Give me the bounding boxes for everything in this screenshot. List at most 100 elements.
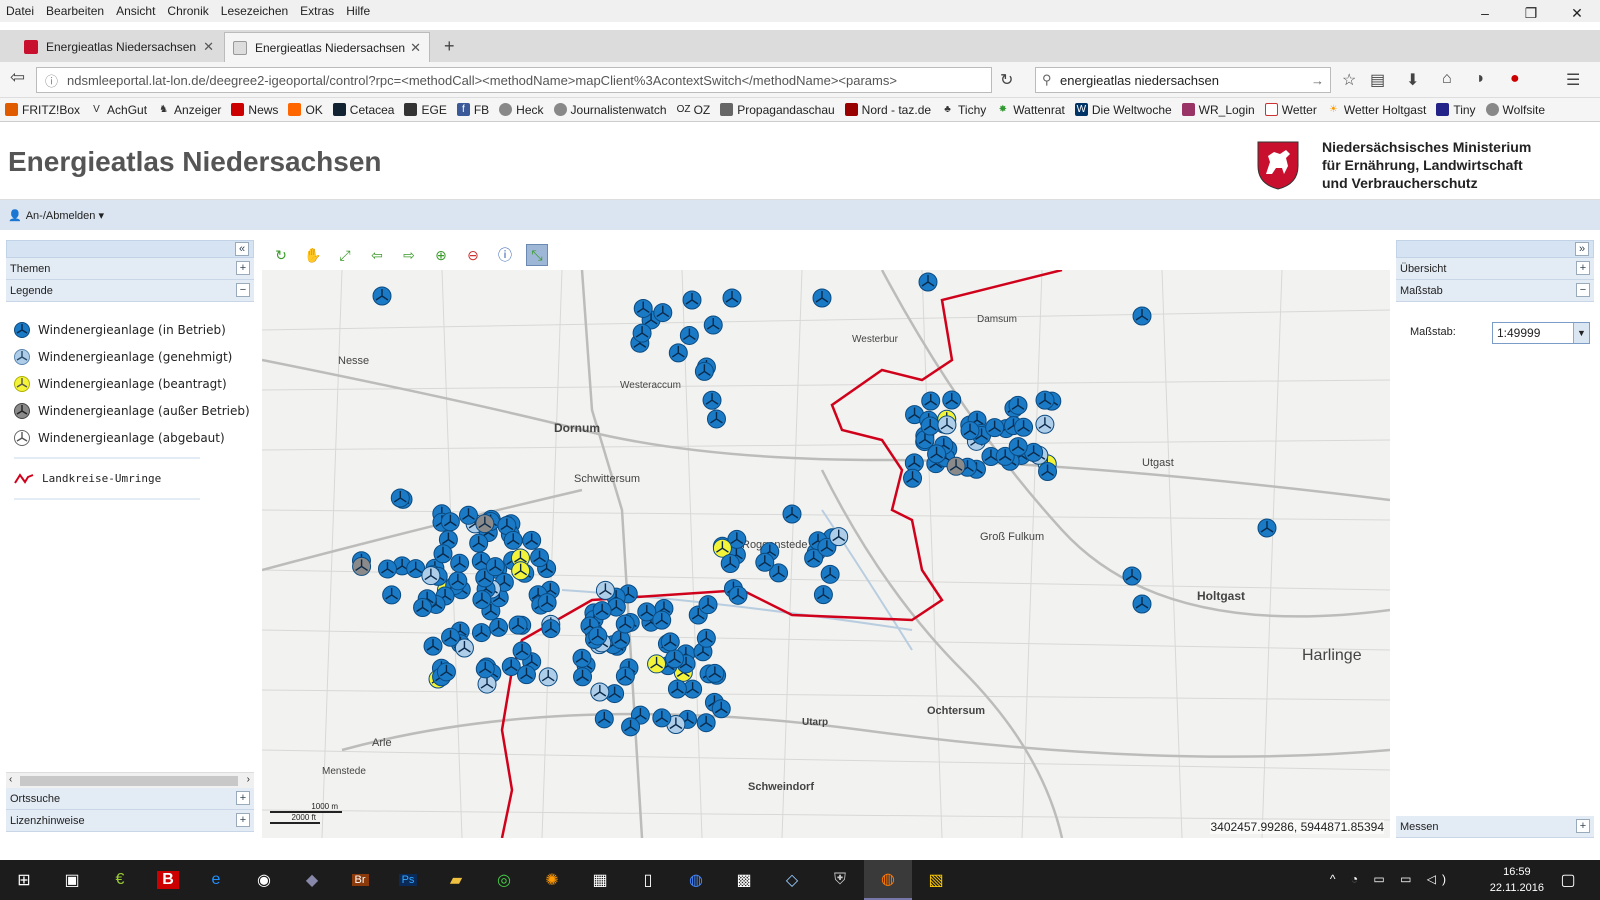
turbine-marker[interactable] <box>647 654 667 674</box>
turbine-marker[interactable] <box>440 512 460 532</box>
turbine-marker[interactable] <box>522 530 542 550</box>
turbine-marker[interactable] <box>436 662 456 682</box>
turbine-marker[interactable] <box>696 713 716 733</box>
turbine-marker[interactable] <box>423 636 443 656</box>
star-icon[interactable]: ☆ <box>1342 70 1356 90</box>
turbine-marker[interactable] <box>682 290 702 310</box>
turbine-marker[interactable] <box>660 632 680 652</box>
turbine-marker[interactable] <box>1008 395 1028 415</box>
menu-datei[interactable]: Datei <box>0 4 40 18</box>
app-icon[interactable]: ◍ <box>672 860 720 900</box>
turbine-marker[interactable] <box>667 679 687 699</box>
back-arrow-icon[interactable]: ⇦ <box>10 67 25 88</box>
bookmark-11[interactable]: Propagandaschau <box>715 103 839 117</box>
full-extent-icon[interactable]: ⤢ <box>334 244 356 266</box>
turbine-marker[interactable] <box>390 488 410 508</box>
turbine-marker[interactable] <box>382 585 402 605</box>
bookmark-1[interactable]: V AchGut <box>85 103 152 117</box>
close-tab-icon[interactable]: ✕ <box>203 39 214 55</box>
chrome-browser-icon[interactable]: ◎ <box>480 860 528 900</box>
app-icon[interactable]: ◇ <box>768 860 816 900</box>
turbine-marker[interactable] <box>679 325 699 345</box>
section-ortssuche[interactable]: Ortssuche + <box>6 788 254 810</box>
turbine-marker[interactable] <box>694 361 714 381</box>
turbine-marker[interactable] <box>1132 306 1152 326</box>
section-massstab[interactable]: Maßstab − <box>1396 280 1594 302</box>
section-messen[interactable]: Messen + <box>1396 816 1594 838</box>
turbine-marker[interactable] <box>485 557 505 577</box>
turbine-marker[interactable] <box>1014 417 1034 437</box>
pocket-icon[interactable]: ◗ <box>1476 70 1486 88</box>
turbine-marker[interactable] <box>633 298 653 318</box>
turbine-marker[interactable] <box>472 590 492 610</box>
turbine-marker[interactable] <box>413 597 433 617</box>
scroll-left-icon[interactable]: ‹ <box>9 774 12 785</box>
previous-extent-icon[interactable]: ⇦ <box>366 244 388 266</box>
euro-app-icon[interactable]: € <box>96 860 144 900</box>
turbine-marker[interactable] <box>433 544 453 564</box>
turbine-marker[interactable] <box>668 343 688 363</box>
turbine-marker[interactable] <box>572 648 592 668</box>
refresh-icon[interactable]: ↻ <box>270 244 292 266</box>
bookmark-8[interactable]: Heck <box>494 103 548 117</box>
bookmark-19[interactable]: Tiny <box>1431 103 1480 117</box>
turbine-marker[interactable] <box>469 533 489 553</box>
turbine-marker[interactable] <box>820 564 840 584</box>
close-tab-icon[interactable]: ✕ <box>410 40 421 56</box>
clock[interactable]: 16:59 22.11.2016 <box>1490 864 1544 896</box>
bookmark-12[interactable]: Nord - taz.de <box>840 103 936 117</box>
turbine-marker[interactable] <box>511 561 531 581</box>
minimize-button[interactable]: – <box>1462 0 1508 28</box>
turbine-marker[interactable] <box>590 682 610 702</box>
menu-chronik[interactable]: Chronik <box>161 4 214 18</box>
turbine-marker[interactable] <box>728 585 748 605</box>
turbine-marker[interactable] <box>985 418 1005 438</box>
turbine-marker[interactable] <box>903 468 923 488</box>
section-legende[interactable]: Legende − <box>6 280 254 302</box>
section-uebersicht[interactable]: Übersicht + <box>1396 258 1594 280</box>
expand-button[interactable]: + <box>1576 261 1590 275</box>
info-tool-icon[interactable]: ⓘ <box>494 244 516 266</box>
menu-ansicht[interactable]: Ansicht <box>110 4 161 18</box>
menu-hilfe[interactable]: Hilfe <box>340 4 376 18</box>
turbine-marker[interactable] <box>665 649 685 669</box>
turbine-marker[interactable] <box>489 617 509 637</box>
bookmark-2[interactable]: ♞ Anzeiger <box>152 103 226 117</box>
turbine-marker[interactable] <box>711 699 731 719</box>
notifications-icon[interactable]: ▢ <box>1544 860 1592 900</box>
bookmark-20[interactable]: Wolfsite <box>1481 103 1550 117</box>
app-icon[interactable]: ▧ <box>912 860 960 900</box>
firefox-browser-icon[interactable]: ◍ <box>864 860 912 900</box>
turbine-marker[interactable] <box>592 601 612 621</box>
turbine-marker[interactable] <box>652 708 672 728</box>
bookmark-15[interactable]: W Die Weltwoche <box>1070 103 1177 117</box>
tab-2[interactable]: Energieatlas Niedersachsen ✕ <box>224 32 430 62</box>
turbine-marker[interactable] <box>503 530 523 550</box>
bookmark-17[interactable]: Wetter <box>1260 103 1322 117</box>
turbine-marker[interactable] <box>537 593 557 613</box>
turbine-marker[interactable] <box>352 556 372 576</box>
turbine-marker[interactable] <box>921 391 941 411</box>
menu-bearbeiten[interactable]: Bearbeiten <box>40 4 110 18</box>
turbine-marker[interactable] <box>813 585 833 605</box>
turbine-marker[interactable] <box>595 580 615 600</box>
url-bar[interactable]: ⓘ ndsmleeportal.lat-lon.de/deegree2-igeo… <box>36 67 992 93</box>
turbine-marker[interactable] <box>538 667 558 687</box>
expand-button[interactable]: + <box>236 261 250 275</box>
close-window-button[interactable]: ✕ <box>1554 0 1600 28</box>
turbine-marker[interactable] <box>1122 566 1142 586</box>
app-icon[interactable]: ◆ <box>288 860 336 900</box>
bookmark-5[interactable]: Cetacea <box>328 103 400 117</box>
turbine-marker[interactable] <box>652 610 672 630</box>
turbine-marker[interactable] <box>594 709 614 729</box>
section-themen[interactable]: Themen + <box>6 258 254 280</box>
scale-select[interactable]: 1:49999 ▼ <box>1492 322 1590 344</box>
turbine-marker[interactable] <box>755 552 775 572</box>
horizontal-scrollbar[interactable]: ‹ › <box>6 772 254 788</box>
turbine-marker[interactable] <box>1035 390 1055 410</box>
turbine-marker[interactable] <box>530 548 550 568</box>
turbine-marker[interactable] <box>1132 594 1152 614</box>
turbine-marker[interactable] <box>372 286 392 306</box>
turbine-marker[interactable] <box>377 559 397 579</box>
turbine-marker[interactable] <box>720 554 740 574</box>
